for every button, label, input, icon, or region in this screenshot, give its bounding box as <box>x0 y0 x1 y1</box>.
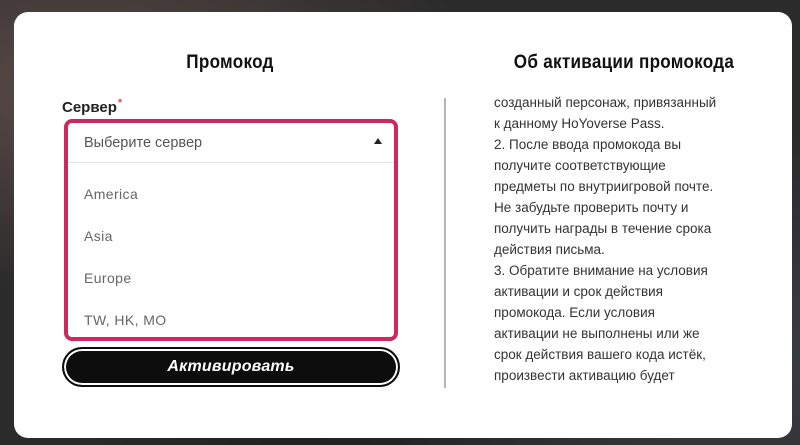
info-line: произвести активацию будет <box>494 368 675 383</box>
activation-info-title: Об активации промокода <box>513 52 735 73</box>
info-line: созданный персонаж, привязанный <box>494 95 717 110</box>
server-label-text: Сервер <box>62 99 117 116</box>
server-select-header[interactable]: Выберите сервер <box>68 123 394 163</box>
activation-info-text[interactable]: созданный персонаж, привязанный к данном… <box>494 92 754 386</box>
server-option-tw-hk-mo[interactable]: TW, HK, MO <box>68 299 394 337</box>
info-line: действия письма. <box>494 242 605 257</box>
server-option-america[interactable]: America <box>68 173 394 215</box>
info-line: предметы по внутриигровой почте. <box>494 179 714 194</box>
info-line: промокода. Если условия <box>494 305 655 320</box>
activation-info-panel: Об активации промокода созданный персона… <box>494 12 774 438</box>
info-line: активации и срок действия <box>494 284 663 299</box>
server-label: Сервер* <box>62 97 122 116</box>
info-line: получите соответствующие <box>494 158 666 173</box>
required-mark: * <box>117 97 123 109</box>
promo-code-title: Промокод <box>186 52 274 73</box>
info-line: Не забудьте проверить почту и <box>494 200 689 215</box>
server-option-asia[interactable]: Asia <box>68 215 394 257</box>
info-line: срок действия вашего кода истёк, <box>494 347 706 362</box>
caret-up-icon <box>374 138 382 144</box>
info-line: 2. После ввода промокода вы <box>494 137 682 152</box>
info-line: получить награды в течение срока <box>494 221 712 236</box>
promo-code-panel: Промокод Сервер* Выберите сервер America… <box>60 12 400 438</box>
server-option-europe[interactable]: Europe <box>68 257 394 299</box>
activate-button[interactable]: Активировать <box>62 347 400 387</box>
info-line: к данному HoYoverse Pass. <box>494 116 665 131</box>
server-select[interactable]: Выберите сервер America Asia Europe TW, … <box>64 119 398 341</box>
promo-code-dialog: Промокод Сервер* Выберите сервер America… <box>14 12 792 438</box>
info-line: активации не выполнены или же <box>494 326 700 341</box>
server-select-value: Выберите сервер <box>84 134 203 151</box>
info-line: 3. Обратите внимание на условия <box>494 263 708 278</box>
panel-divider <box>444 98 446 388</box>
server-options-list: America Asia Europe TW, HK, MO <box>68 163 394 337</box>
